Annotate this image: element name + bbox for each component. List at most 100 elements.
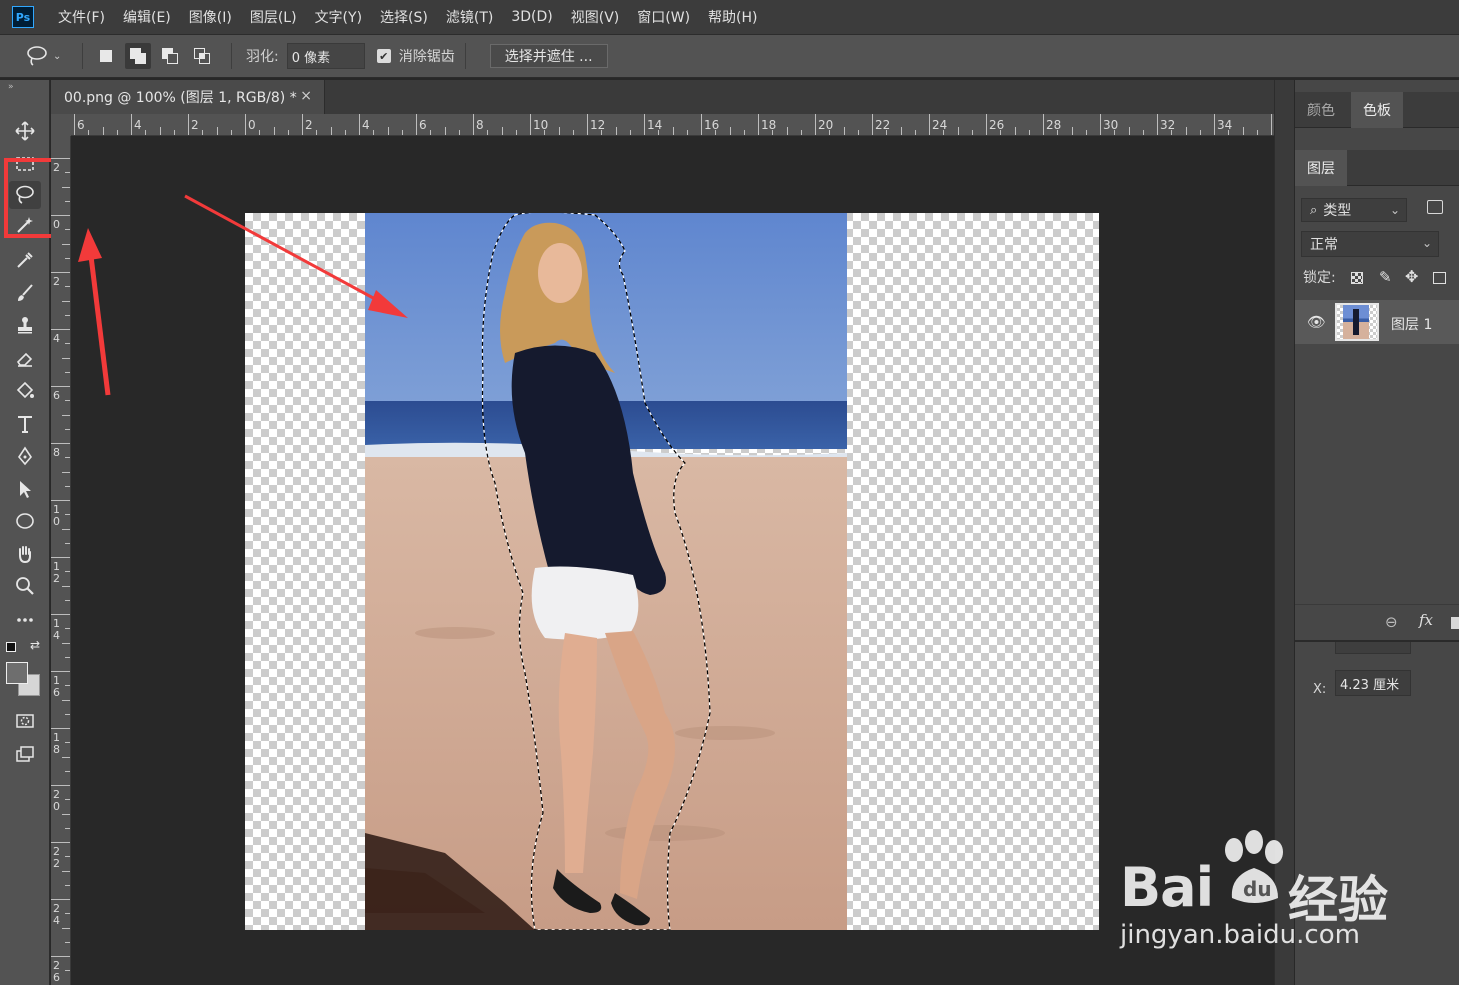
- ruler-origin[interactable]: [51, 114, 71, 136]
- fx-icon[interactable]: fx: [1419, 611, 1433, 629]
- default-colors-icon[interactable]: [6, 642, 16, 652]
- ruler-minor-tick: [65, 542, 70, 544]
- ruler-minor-tick: [65, 770, 70, 772]
- menu-help[interactable]: 帮助(H): [708, 7, 757, 27]
- tab-layers[interactable]: 图层: [1295, 150, 1347, 186]
- menu-type[interactable]: 文字(Y): [315, 7, 362, 27]
- ruler-tick: [51, 728, 70, 729]
- menu-window[interactable]: 窗口(W): [637, 7, 690, 27]
- menu-view[interactable]: 视图(V): [571, 7, 620, 27]
- ruler-minor-tick: [1242, 127, 1244, 135]
- menu-edit[interactable]: 编辑(E): [123, 7, 171, 27]
- chevron-down-icon: ⌄: [1421, 236, 1432, 250]
- document-tab-bar: 00.png @ 100% (图层 1, RGB/8) * ×: [51, 80, 1294, 114]
- link-icon[interactable]: ⊖: [1385, 613, 1398, 631]
- lock-position-icon[interactable]: ✥: [1405, 267, 1418, 286]
- ruler-tick: [51, 785, 70, 786]
- horizontal-ruler[interactable]: 64202468101214161820222426283032343: [71, 114, 1274, 136]
- menu-image[interactable]: 图像(I): [189, 7, 232, 27]
- antialias-checkbox[interactable]: ✔: [376, 49, 391, 63]
- add-selection-icon: [130, 48, 146, 64]
- magnifier-icon: [16, 577, 34, 595]
- close-icon[interactable]: ×: [300, 88, 312, 104]
- panel-collapse-handle[interactable]: »: [8, 82, 14, 92]
- ruler-label: 14: [53, 617, 60, 642]
- document-canvas[interactable]: [245, 213, 1099, 930]
- vertical-scrollbar[interactable]: [1274, 80, 1294, 985]
- add-to-selection-button[interactable]: [125, 43, 151, 69]
- ruler-tick: [245, 114, 246, 135]
- screen-mode-button[interactable]: [9, 740, 41, 768]
- brush-tool[interactable]: [9, 279, 41, 307]
- ruler-minor-tick: [65, 343, 70, 345]
- filter-image-icon[interactable]: [1427, 200, 1443, 214]
- lock-transparency-icon[interactable]: [1351, 272, 1363, 284]
- ruler-label: 16: [704, 118, 720, 132]
- ruler-label: 18: [761, 118, 777, 132]
- chevron-down-icon: ⌄: [1389, 203, 1400, 217]
- quick-mask-button[interactable]: [9, 707, 41, 735]
- ruler-label: 16: [53, 674, 60, 699]
- zoom-tool[interactable]: [9, 572, 41, 600]
- clone-stamp-icon: [18, 317, 32, 334]
- ruler-minor-tick: [173, 130, 175, 135]
- menu-3d[interactable]: 3D(D): [511, 9, 552, 25]
- eyedropper-tool[interactable]: [9, 246, 41, 274]
- tab-color[interactable]: 颜色: [1295, 92, 1347, 128]
- menu-select[interactable]: 选择(S): [380, 7, 428, 27]
- color-panel-tabs: 颜色 色板: [1295, 92, 1459, 128]
- blend-mode-select[interactable]: 正常 ⌄: [1301, 231, 1439, 257]
- ruler-tick: [416, 114, 417, 135]
- intersect-selection-icon: [194, 48, 210, 64]
- ruler-minor-tick: [230, 130, 232, 135]
- ruler-minor-tick: [65, 428, 70, 430]
- ruler-minor-tick: [1142, 130, 1144, 135]
- eye-visibility-icon[interactable]: 👁: [1307, 313, 1326, 331]
- ruler-label: 32: [1160, 118, 1176, 132]
- canvas-area[interactable]: [71, 136, 1274, 985]
- swap-colors-icon[interactable]: ⇄: [30, 638, 40, 652]
- mask-icon[interactable]: [1451, 617, 1459, 629]
- ruler-minor-tick: [65, 257, 70, 259]
- path-selection-tool[interactable]: [9, 475, 41, 503]
- vertical-ruler[interactable]: 2 0 2 4 6 8 10 12 14 16 18 20 22 24 26: [51, 136, 71, 985]
- select-and-mask-button[interactable]: 选择并遮住 ...: [489, 44, 608, 68]
- foreground-color-swatch[interactable]: [6, 662, 28, 684]
- more-tools-button[interactable]: [9, 606, 41, 634]
- ruler-minor-tick: [65, 742, 70, 744]
- ruler-label: 22: [875, 118, 891, 132]
- ellipse-tool[interactable]: [9, 507, 41, 535]
- ruler-minor-tick: [501, 127, 503, 135]
- tool-preset-picker[interactable]: ⌄: [24, 45, 72, 67]
- eraser-tool[interactable]: [9, 344, 41, 372]
- type-tool[interactable]: [9, 410, 41, 438]
- subtract-from-selection-button[interactable]: [157, 43, 183, 69]
- lock-pixels-icon[interactable]: ✎: [1379, 268, 1392, 286]
- intersect-selection-button[interactable]: [189, 43, 215, 69]
- ruler-label: 12: [53, 560, 60, 585]
- layer-filter-select[interactable]: ⌕ 类型 ⌄: [1301, 198, 1407, 222]
- move-tool[interactable]: [9, 117, 41, 145]
- stamp-tool[interactable]: [9, 311, 41, 339]
- layer-row[interactable]: 👁 图层 1: [1295, 300, 1459, 344]
- ruler-minor-tick: [971, 130, 973, 135]
- paint-bucket-tool[interactable]: [9, 377, 41, 405]
- x-position-field[interactable]: 4.23 厘米: [1335, 670, 1411, 696]
- new-selection-button[interactable]: [93, 43, 119, 69]
- ruler-minor-tick: [330, 127, 332, 135]
- menu-file[interactable]: 文件(F): [58, 7, 105, 27]
- document-tab[interactable]: 00.png @ 100% (图层 1, RGB/8) * ×: [51, 80, 325, 114]
- tab-swatches[interactable]: 色板: [1351, 92, 1403, 128]
- menu-layer[interactable]: 图层(L): [250, 7, 297, 27]
- ruler-tick: [131, 114, 132, 135]
- divider: [82, 43, 83, 69]
- hand-tool[interactable]: [9, 540, 41, 568]
- ruler-minor-tick: [116, 130, 118, 135]
- menu-filter[interactable]: 滤镜(T): [446, 7, 493, 27]
- feather-input[interactable]: [286, 43, 365, 69]
- ruler-tick: [51, 500, 70, 501]
- ruler-minor-tick: [216, 127, 218, 135]
- pen-tool[interactable]: [9, 442, 41, 470]
- ruler-minor-tick: [1256, 130, 1258, 135]
- lock-artboard-icon[interactable]: [1433, 272, 1446, 284]
